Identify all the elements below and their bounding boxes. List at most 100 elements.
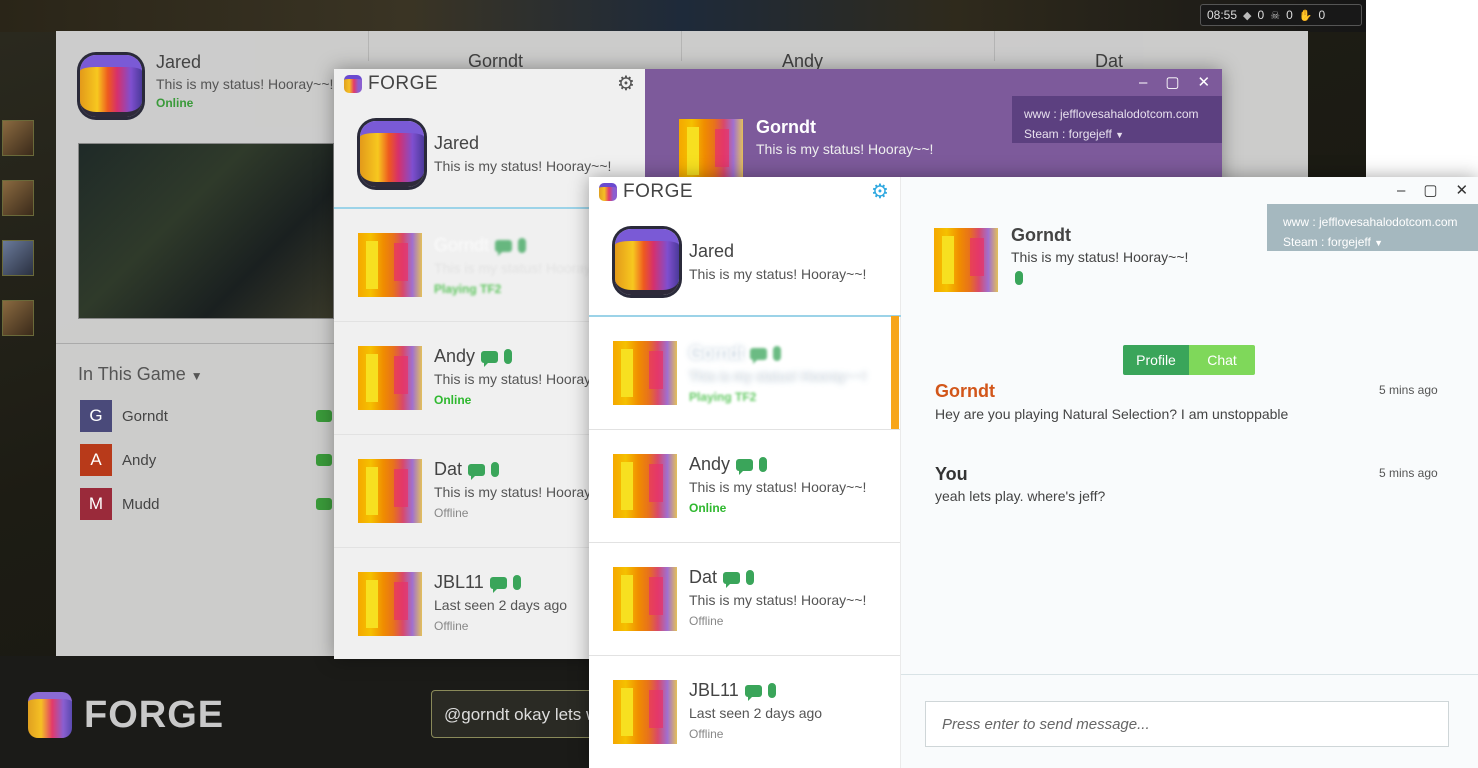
contact-avatar [358,459,422,523]
contact-avatar [613,341,677,405]
in-this-game-header[interactable]: In This Game ▼ [78,364,203,385]
me-status: This is my status! Hooray~~! [434,158,612,174]
overlay-me-status: This is my status! Hooray~~! [156,76,334,92]
tab-profile[interactable]: Profile [1123,345,1189,375]
skull-icon: ☠ [1270,9,1281,22]
contact-status: This is my status! Hooray [434,484,592,500]
chat-panel: – ▢ ✕ Gorndt This is my status! Hooray~~… [901,177,1478,768]
divider [56,343,334,344]
overlay-me-avatar [80,55,144,119]
chat-icon[interactable] [468,463,486,480]
chat-icon[interactable] [736,458,754,475]
contact-item-gorndt[interactable]: Gorndt This is my status! Hooray~~! Play… [589,317,900,430]
me-avatar [615,229,679,295]
minimize-icon[interactable]: – [1397,182,1405,199]
chat-icon[interactable] [316,410,332,422]
steam-link[interactable]: Steam : forgejeff ▼ [1024,124,1210,145]
contact-item-andy[interactable]: Andy This is my status! Hooray~~! Online [589,430,900,543]
player-name: Gorndt [122,407,168,425]
profile-avatar [934,228,998,292]
forge-logo-icon [344,75,362,93]
hud-value-b: 0 [1286,8,1293,22]
mic-icon[interactable] [746,570,755,585]
website-link[interactable]: www : jefflovesahalodotcom.com [1024,104,1210,124]
hero-portrait[interactable] [2,120,34,156]
chat-icon[interactable] [744,684,762,701]
chat-icon[interactable] [316,498,332,510]
mic-icon[interactable] [759,457,768,472]
contact-name: Dat [434,459,463,479]
profile-status: This is my status! Hooray~~! [756,141,934,157]
mic-icon[interactable] [491,462,500,477]
hud-value-a: 0 [1257,8,1265,22]
forge-logo-text: FORGE [84,693,225,736]
profile-status: This is my status! Hooray~~! [1011,249,1189,265]
me-name: Jared [434,133,480,153]
chat-icon[interactable] [481,350,499,367]
contact-status: This is my status! Hooray~~! [689,592,867,608]
overlay-me-presence: Online [156,96,194,110]
hero-portrait[interactable] [2,180,34,216]
contact-name: Andy [689,454,731,474]
hero-portrait[interactable] [2,240,34,276]
chat-icon[interactable] [316,454,332,466]
gear-icon[interactable]: ⚙ [871,179,889,204]
contact-item-jbl11[interactable]: JBL11 Last seen 2 days ago Offline [589,656,900,768]
profile-avatar [679,119,743,183]
contact-presence: Offline [434,506,469,520]
profile-name: Gorndt [756,117,816,137]
mic-icon[interactable] [504,349,513,364]
message-text: yeah lets play. where's jeff? [935,488,1106,504]
contact-name: JBL11 [689,680,739,700]
contact-presence: Online [434,393,472,407]
game-stream-preview[interactable] [78,143,334,319]
message-time: 5 mins ago [1379,466,1438,480]
game-hud: 08:55 ◆ 0 ☠ 0 ✋ 0 [1200,4,1362,26]
close-icon[interactable]: ✕ [1198,73,1211,91]
contact-avatar [358,233,422,297]
close-icon[interactable]: ✕ [1456,181,1469,199]
overlay-me-name: Jared [156,52,202,72]
chat-icon[interactable] [723,571,741,588]
contact-status: This is my status! Hooray [434,371,592,387]
contact-status: Last seen 2 days ago [689,705,823,721]
divider [994,31,995,61]
overlay-chat-input[interactable]: @gorndt okay lets wa [431,690,606,738]
maximize-icon[interactable]: ▢ [1423,181,1437,199]
minimize-icon[interactable]: – [1139,74,1147,91]
contact-name: Andy [434,346,476,366]
divider [368,31,369,61]
steam-link[interactable]: Steam : forgejeff ▼ [1283,232,1462,253]
game-top-strip [0,0,1366,32]
contact-avatar [613,680,677,744]
hero-portrait[interactable] [2,300,34,336]
contact-status: Last seen 2 days ago [434,597,568,613]
player-row[interactable]: M Mudd [80,488,332,520]
player-row[interactable]: G Gorndt [80,400,332,432]
forge-overlay-logo: FORGE [28,690,224,740]
selected-indicator [891,316,899,429]
hud-time: 08:55 [1207,8,1238,22]
message-input[interactable] [925,701,1449,747]
contact-presence: Online [689,501,727,515]
player-name: Andy [122,451,157,469]
contact-item-dat[interactable]: Dat This is my status! Hooray~~! Offline [589,543,900,656]
mic-icon[interactable] [1015,271,1023,285]
contact-presence: Offline [689,727,724,741]
website-link[interactable]: www : jefflovesahalodotcom.com [1283,212,1462,232]
mic-icon[interactable] [767,683,776,698]
me-name: Jared [689,241,735,261]
maximize-icon[interactable]: ▢ [1165,73,1179,91]
gear-icon[interactable]: ⚙ [617,71,635,96]
tab-chat[interactable]: Chat [1189,345,1255,375]
divider [681,31,682,61]
player-row[interactable]: A Andy [80,444,332,476]
chat-icon[interactable] [489,576,507,593]
forge-logo-icon [28,692,72,738]
mic-icon[interactable] [512,575,521,590]
caret-down-icon: ▼ [1115,130,1125,140]
contact-avatar [613,454,677,518]
player-name: Mudd [122,495,160,513]
resource-icon: ◆ [1243,9,1252,22]
contact-presence: Offline [434,619,469,633]
